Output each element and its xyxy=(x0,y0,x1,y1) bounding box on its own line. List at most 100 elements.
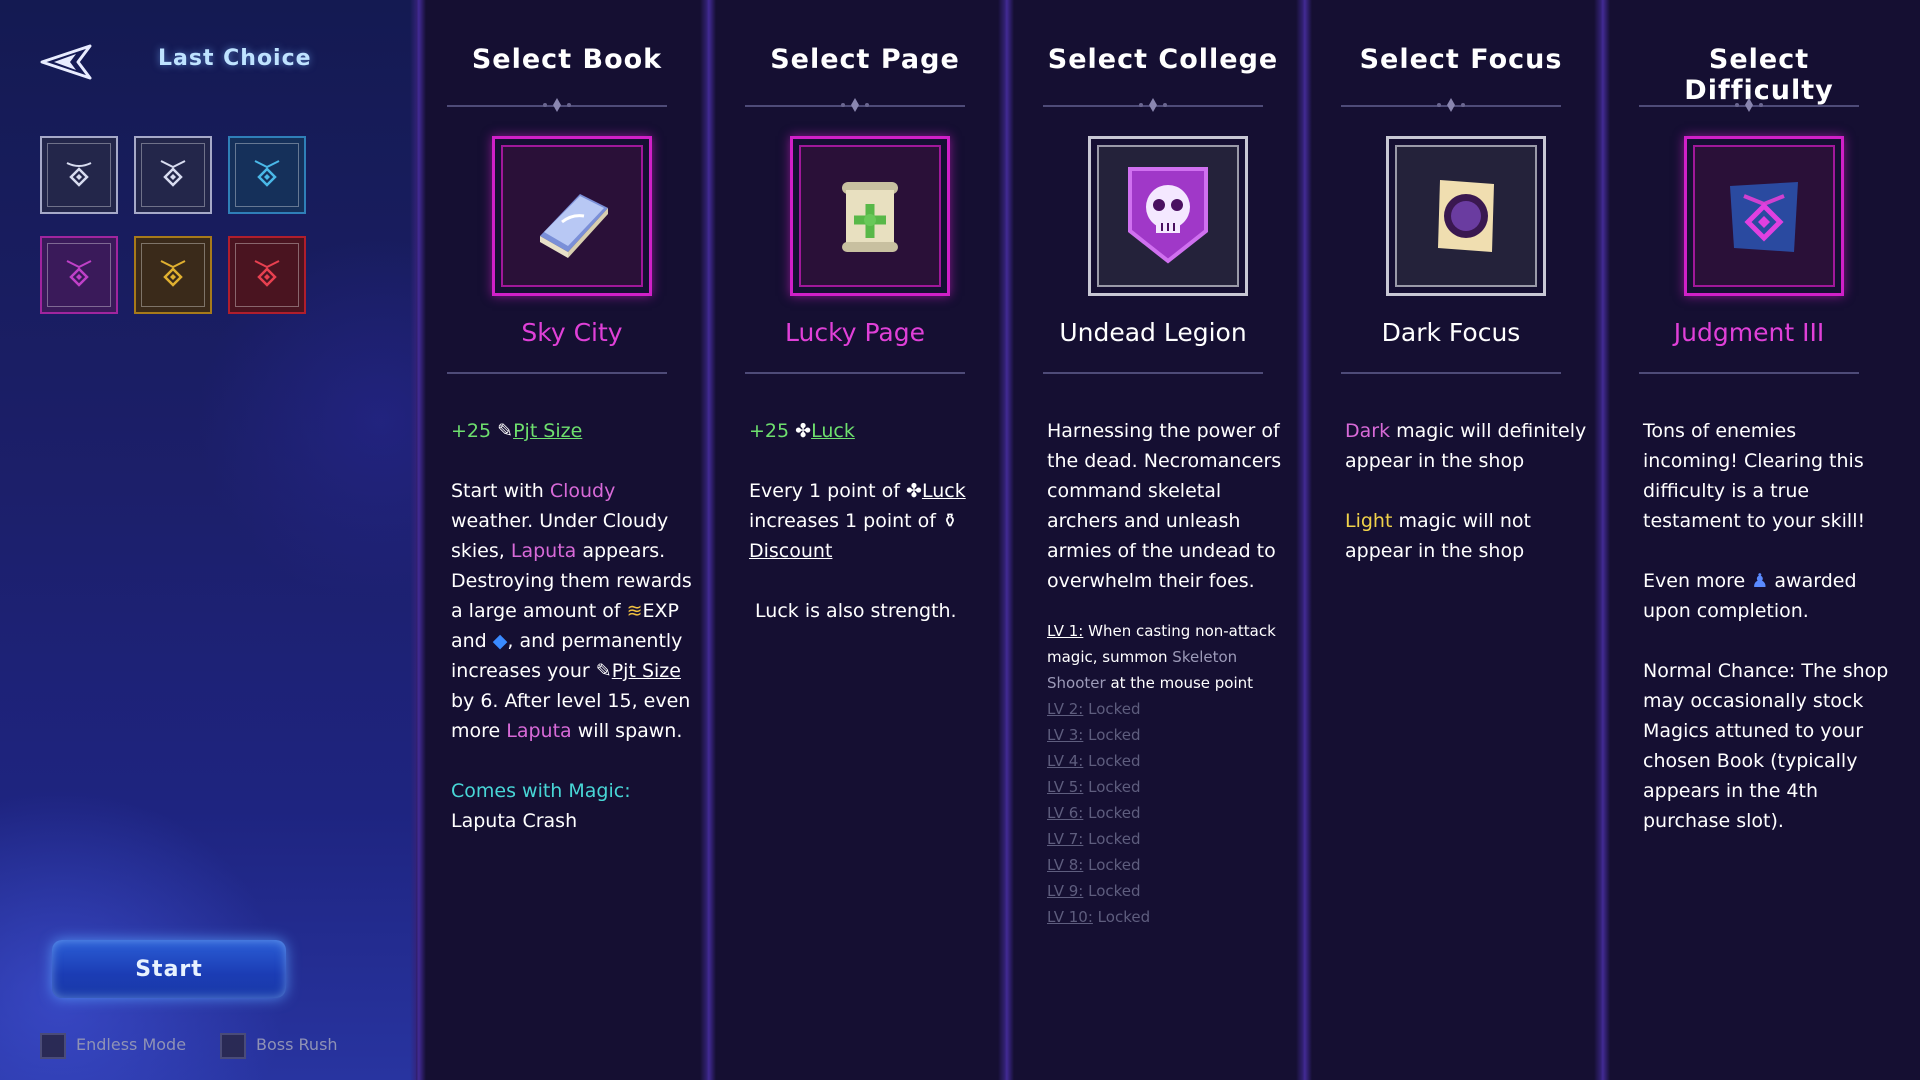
pjt-size-icon: ✎ xyxy=(595,660,612,682)
level-status: Locked xyxy=(1088,778,1141,796)
difficulty-desc-text: Tons of enemies incoming! Clearing this … xyxy=(1643,420,1866,532)
college-description: Harnessing the power of the dead. Necrom… xyxy=(1047,416,1295,930)
pjt-size-icon: ✎ xyxy=(497,420,514,442)
page-desc-text: Luck is also strength. xyxy=(755,600,957,622)
select-difficulty-column: Select Difficulty Judgment III Tons of e… xyxy=(1619,0,1888,1080)
dark-orb-scroll-icon xyxy=(1395,145,1537,287)
laputa-keyword: Laputa xyxy=(510,540,577,562)
difficulty-desc-text: Even more xyxy=(1643,570,1746,592)
rune-diamond-icon xyxy=(47,243,111,307)
ornament-icon xyxy=(543,98,571,112)
level-label: LV 1: xyxy=(1047,622,1084,640)
level-item: LV 8: Locked xyxy=(1047,852,1295,878)
luck-icon: ✤ xyxy=(795,420,812,442)
column-separator xyxy=(1296,0,1312,1080)
last-choice-slot-6[interactable] xyxy=(228,236,306,314)
level-item: LV 9: Locked xyxy=(1047,878,1295,904)
selected-college-name: Undead Legion xyxy=(1059,318,1247,347)
selected-book-name: Sky City xyxy=(521,318,623,347)
endless-mode-checkbox[interactable] xyxy=(40,1033,66,1059)
rune-diamond-icon xyxy=(141,143,205,207)
potion-icon: ♟ xyxy=(1751,570,1769,592)
name-divider xyxy=(1639,372,1859,374)
pjt-size-link[interactable]: Pjt Size xyxy=(612,660,681,682)
select-college-title: Select College xyxy=(1047,44,1279,75)
name-divider xyxy=(1341,372,1561,374)
discount-link[interactable]: Discount xyxy=(749,540,832,562)
last-choice-slot-3[interactable] xyxy=(228,136,306,214)
level-status: Locked xyxy=(1088,726,1141,744)
focus-description: Dark magic will definitely appear in the… xyxy=(1345,416,1593,596)
select-difficulty-title: Select Difficulty xyxy=(1684,44,1834,106)
left-panel: Last Choice Start Endless Mode Boss Rush xyxy=(0,0,416,1080)
last-choice-slot-5[interactable] xyxy=(134,236,212,314)
rune-diamond-icon xyxy=(141,243,205,307)
level-label: LV 2: xyxy=(1047,700,1084,718)
exp-icon: ≋ xyxy=(626,600,643,622)
selected-difficulty-name: Judgment III xyxy=(1673,318,1825,347)
book-bonus-stat[interactable]: Pjt Size xyxy=(513,420,582,442)
selected-page-name: Lucky Page xyxy=(785,318,925,347)
column-separator xyxy=(700,0,716,1080)
level-status: Locked xyxy=(1088,830,1141,848)
level-status: Locked xyxy=(1088,856,1141,874)
boss-rush-label: Boss Rush xyxy=(256,1035,338,1054)
rune-diamond-icon xyxy=(47,143,111,207)
name-divider xyxy=(1043,372,1263,374)
book-desc-text: will spawn. xyxy=(577,720,683,742)
page-desc-text: increases 1 point of xyxy=(749,510,936,532)
focus-icon-box[interactable] xyxy=(1386,136,1546,296)
dark-keyword: Dark xyxy=(1345,420,1391,442)
clover-scroll-icon xyxy=(799,145,941,287)
level-status: Locked xyxy=(1088,882,1141,900)
level-item: LV 6: Locked xyxy=(1047,800,1295,826)
skull-shield-icon xyxy=(1097,145,1239,287)
rune-diamond-icon xyxy=(235,143,299,207)
boss-rush-checkbox[interactable] xyxy=(220,1033,246,1059)
comes-with-magic-value: Laputa Crash xyxy=(451,810,578,832)
college-icon-box[interactable] xyxy=(1088,136,1248,296)
page-desc-text: Every 1 point of xyxy=(749,480,900,502)
start-button[interactable]: Start xyxy=(52,940,286,998)
select-college-column: Select College Undead Legion Harnessing … xyxy=(1023,0,1283,1080)
level-label: LV 10: xyxy=(1047,908,1093,926)
select-focus-column: Select Focus Dark Focus Dark magic will … xyxy=(1321,0,1586,1080)
luck-link[interactable]: Luck xyxy=(922,480,966,502)
college-desc-text: Harnessing the power of the dead. Necrom… xyxy=(1047,420,1282,592)
select-book-column: Select Book Sky City +25 ✎Pjt Size Start… xyxy=(427,0,692,1080)
level-label: LV 4: xyxy=(1047,752,1084,770)
spellbook-icon xyxy=(501,145,643,287)
column-separator xyxy=(1594,0,1610,1080)
select-page-title: Select Page xyxy=(770,44,960,75)
ornament-icon xyxy=(1735,98,1763,112)
level-label: LV 6: xyxy=(1047,804,1084,822)
last-choice-slot-2[interactable] xyxy=(134,136,212,214)
level-item: LV 2: Locked xyxy=(1047,696,1295,722)
book-icon-box[interactable] xyxy=(492,136,652,296)
endless-mode-label: Endless Mode xyxy=(76,1035,187,1054)
level-label: LV 9: xyxy=(1047,882,1084,900)
last-choice-slot-1[interactable] xyxy=(40,136,118,214)
luck-icon: ✤ xyxy=(906,480,922,502)
book-desc-text: Start with xyxy=(451,480,544,502)
difficulty-icon-box[interactable] xyxy=(1684,136,1844,296)
light-keyword: Light xyxy=(1345,510,1393,532)
select-page-column: Select Page Lucky Page +25 ✤Luck Every 1… xyxy=(725,0,985,1080)
page-icon-box[interactable] xyxy=(790,136,950,296)
level-item: LV 7: Locked xyxy=(1047,826,1295,852)
last-choice-slot-4[interactable] xyxy=(40,236,118,314)
level-item: LV 5: Locked xyxy=(1047,774,1295,800)
level-status: Locked xyxy=(1088,752,1141,770)
page-bonus-stat[interactable]: Luck xyxy=(811,420,855,442)
last-choice-label: Last Choice xyxy=(158,46,312,71)
laputa-keyword: Laputa xyxy=(506,720,572,742)
page-bonus-value: +25 xyxy=(749,420,790,442)
cloudy-keyword: Cloudy xyxy=(549,480,616,502)
level-status: Locked xyxy=(1088,804,1141,822)
level-status: Locked xyxy=(1088,700,1141,718)
selected-focus-name: Dark Focus xyxy=(1381,318,1521,347)
ornament-icon xyxy=(841,98,869,112)
back-arrow-icon[interactable] xyxy=(40,44,92,80)
level-label: LV 5: xyxy=(1047,778,1084,796)
ornament-icon xyxy=(1437,98,1465,112)
